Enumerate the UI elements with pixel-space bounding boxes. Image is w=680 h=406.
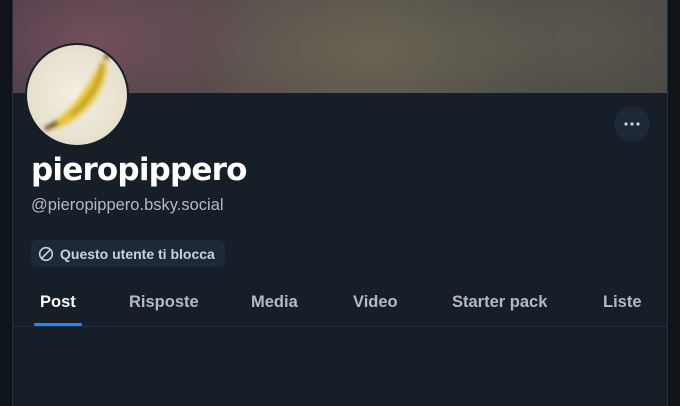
profile-handle: @pieropippero.bsky.social bbox=[31, 196, 224, 214]
tab-risposte[interactable]: Risposte bbox=[129, 293, 199, 312]
more-options-button[interactable] bbox=[614, 106, 650, 142]
avatar[interactable] bbox=[25, 43, 129, 147]
tab-liste[interactable]: Liste bbox=[603, 293, 642, 312]
active-tab-indicator bbox=[34, 323, 82, 326]
profile-tabs: Post Risposte Media Video Starter pack L… bbox=[13, 280, 667, 327]
profile-container: pieropippero @pieropippero.bsky.social Q… bbox=[12, 0, 668, 406]
block-icon bbox=[38, 246, 54, 261]
blocked-by-label: Questo utente ti blocca bbox=[60, 245, 215, 262]
tab-post[interactable]: Post bbox=[40, 293, 76, 312]
more-horizontal-icon bbox=[624, 122, 640, 126]
tab-video[interactable]: Video bbox=[353, 293, 398, 312]
blocked-by-badge: Questo utente ti blocca bbox=[31, 240, 225, 267]
avatar-image bbox=[44, 52, 111, 131]
tab-media[interactable]: Media bbox=[251, 293, 298, 312]
tab-starter-pack[interactable]: Starter pack bbox=[452, 293, 547, 312]
display-name: pieropippero bbox=[31, 152, 247, 188]
